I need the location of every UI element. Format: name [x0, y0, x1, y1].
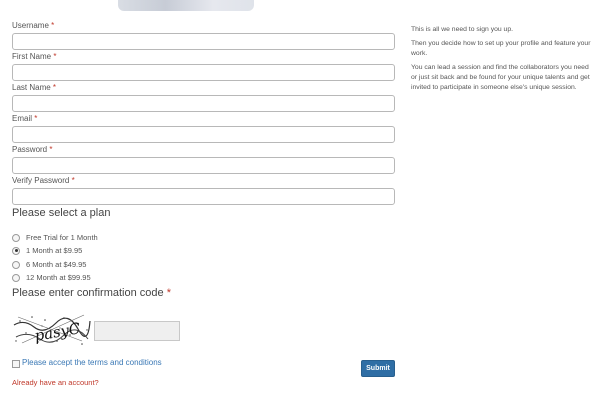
password-label: Password *	[12, 145, 52, 154]
verify-password-label: Verify Password *	[12, 176, 75, 185]
plan-option-12-month[interactable]: 12 Month at $99.95	[12, 273, 91, 282]
captcha-graphic: pasyC	[12, 311, 92, 347]
verify-password-input[interactable]	[12, 188, 395, 205]
already-have-account-link[interactable]: Already have an account?	[12, 378, 99, 387]
captcha-image: pasyC	[12, 311, 92, 347]
password-input[interactable]	[12, 157, 395, 174]
required-marker: *	[49, 145, 53, 154]
required-marker: *	[166, 287, 171, 299]
email-input[interactable]	[12, 126, 395, 143]
plan-option-label: Free Trial for 1 Month	[26, 233, 98, 242]
required-marker: *	[53, 52, 57, 61]
username-label-text: Username	[12, 21, 49, 30]
plan-option-label: 1 Month at $9.95	[26, 246, 83, 255]
submit-button[interactable]: Submit	[361, 360, 395, 377]
plan-option-label: 12 Month at $99.95	[26, 273, 91, 282]
last-name-label: Last Name *	[12, 83, 56, 92]
info-paragraph: This is all we need to sign you up.	[411, 26, 514, 33]
confirmation-section-title: Please enter confirmation code *	[12, 287, 171, 299]
header-banner-image	[118, 0, 254, 11]
signup-info-panel: This is all we need to sign you up. Then…	[411, 25, 596, 97]
required-marker: *	[51, 21, 55, 30]
plan-option-label: 6 Month at $49.95	[26, 260, 87, 269]
last-name-input[interactable]	[12, 95, 395, 112]
info-paragraph: You can lead a session and find the coll…	[411, 64, 590, 91]
required-marker: *	[71, 176, 75, 185]
first-name-label: First Name *	[12, 52, 56, 61]
terms-checkbox[interactable]	[12, 360, 20, 368]
required-marker: *	[34, 114, 38, 123]
plan-option-1-month[interactable]: 1 Month at $9.95	[12, 246, 82, 255]
radio-button[interactable]	[12, 260, 20, 269]
email-label-text: Email	[12, 114, 33, 123]
confirmation-title-text: Please enter confirmation code	[12, 287, 164, 299]
first-name-input[interactable]	[12, 64, 395, 81]
info-paragraph: Then you decide how to set up your profi…	[411, 40, 591, 57]
plan-option-6-month[interactable]: 6 Month at $49.95	[12, 260, 86, 269]
plan-option-free-trial[interactable]: Free Trial for 1 Month	[12, 233, 98, 242]
radio-button[interactable]	[12, 233, 20, 242]
plan-section-title: Please select a plan	[12, 207, 111, 219]
username-input[interactable]	[12, 33, 395, 50]
password-label-text: Password	[12, 145, 48, 154]
verify-password-label-text: Verify Password	[12, 176, 70, 185]
last-name-label-text: Last Name	[12, 83, 51, 92]
required-marker: *	[52, 83, 57, 92]
captcha-input[interactable]	[94, 321, 180, 341]
email-label: Email *	[12, 114, 37, 123]
terms-link[interactable]: Please accept the terms and conditions	[22, 358, 162, 367]
username-label: Username *	[12, 21, 54, 30]
radio-button-selected[interactable]	[12, 246, 20, 255]
radio-button[interactable]	[12, 273, 20, 282]
first-name-label-text: First Name	[12, 52, 52, 61]
